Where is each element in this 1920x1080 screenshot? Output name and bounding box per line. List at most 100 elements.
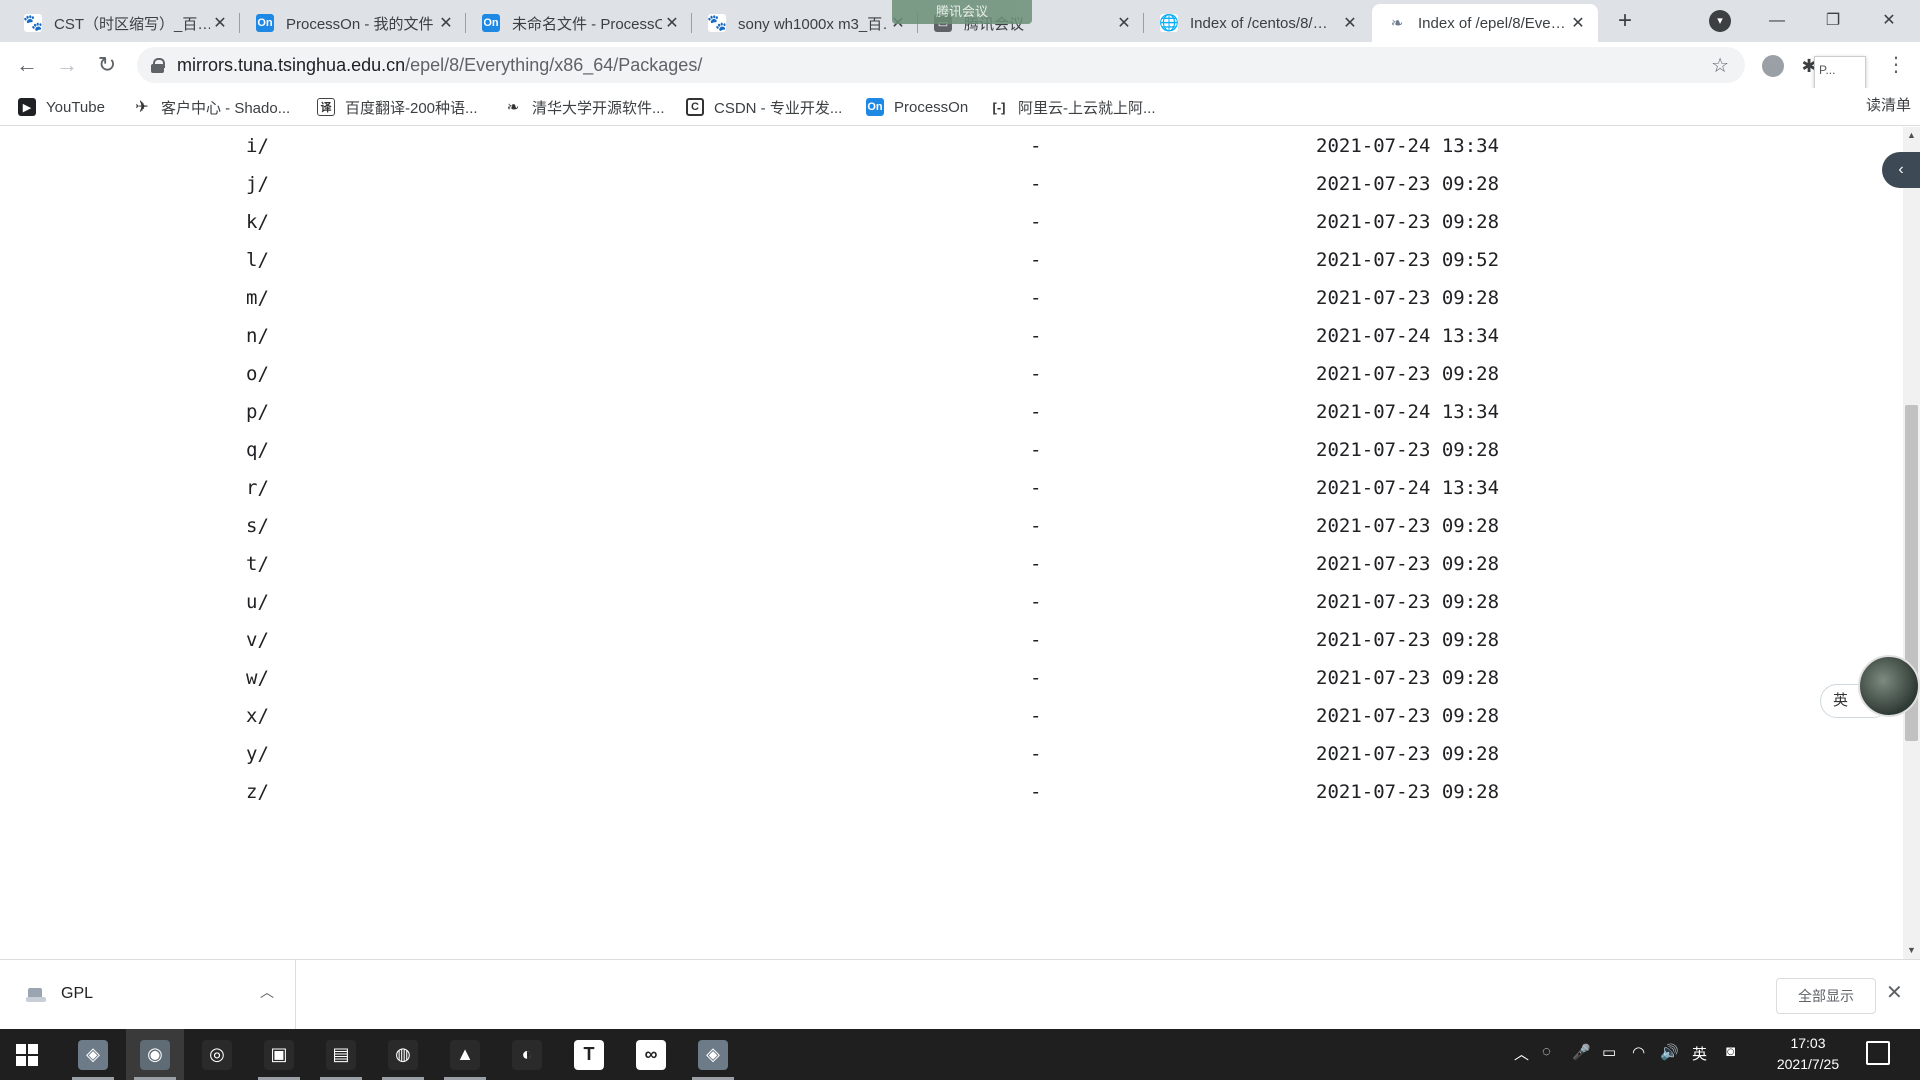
scroll-down-icon[interactable]: ▼ (1903, 942, 1920, 959)
chevron-up-icon[interactable]: ︿ (260, 982, 274, 1002)
directory-link[interactable]: j/ (246, 173, 269, 195)
directory-link[interactable]: w/ (246, 667, 269, 689)
lock-icon[interactable] (151, 58, 165, 73)
bookmark-star-icon[interactable]: ☆ (1711, 53, 1729, 78)
menu-icon[interactable]: ⋮ (1886, 52, 1906, 77)
file-size: - (1030, 135, 1042, 157)
reload-button[interactable]: ↻ (92, 50, 122, 80)
tab-title: Index of /epel/8/Eve… (1418, 14, 1566, 32)
close-icon[interactable]: ✕ (662, 13, 682, 33)
directory-link[interactable]: i/ (246, 135, 269, 157)
directory-link[interactable]: m/ (246, 287, 269, 309)
download-item[interactable]: GPL ︿ (8, 960, 296, 1030)
taskbar-app-file-explorer[interactable]: ▤ (312, 1029, 370, 1080)
chrome-icon: ◉ (140, 1039, 170, 1070)
modified-date: 2021-07-23 09:52 (1316, 249, 1500, 271)
taskbar-app-screen-recorder[interactable]: ◈ (684, 1029, 742, 1080)
directory-link[interactable]: l/ (246, 249, 269, 271)
restore-button[interactable]: ❐ (1810, 6, 1856, 36)
clock-time: 17:03 (1790, 1035, 1826, 1051)
chevron-up-icon[interactable]: ︿ (1514, 1043, 1529, 1064)
directory-link[interactable]: z/ (246, 781, 269, 803)
bookmark-aliyun[interactable]: [-] 阿里云-上云就上阿... (990, 94, 1156, 120)
directory-link[interactable]: x/ (246, 705, 269, 727)
close-icon[interactable]: ✕ (436, 13, 456, 33)
modified-date: 2021-07-23 09:28 (1316, 743, 1500, 765)
address-bar[interactable]: mirrors.tuna.tsinghua.edu.cn/epel/8/Ever… (137, 47, 1745, 83)
directory-link[interactable]: n/ (246, 325, 269, 347)
show-all-button[interactable]: 全部显示 (1776, 978, 1876, 1014)
tab-sony[interactable]: 🐾 sony wh1000x m3_百… ✕ (692, 4, 918, 42)
directory-link[interactable]: v/ (246, 629, 269, 651)
notification-center-icon[interactable] (1866, 1041, 1890, 1065)
directory-link[interactable]: q/ (246, 439, 269, 461)
bookmark-tuna[interactable]: ❧ 清华大学开源软件... (504, 94, 665, 120)
tab-search-icon[interactable]: ▾ (1709, 10, 1731, 32)
network-status-icon[interactable]: ◌ (1542, 1043, 1551, 1060)
windows-start-icon[interactable] (16, 1044, 38, 1066)
volume-icon[interactable]: 🔊 (1660, 1043, 1679, 1061)
extension-icon[interactable] (1762, 55, 1784, 77)
qq-icon[interactable]: ◙ (1726, 1043, 1735, 1060)
modified-date: 2021-07-23 09:28 (1316, 781, 1500, 803)
close-icon[interactable]: ✕ (1886, 980, 1903, 1005)
close-window-button[interactable]: ✕ (1866, 6, 1912, 36)
photos-icon: ▲ (450, 1039, 480, 1070)
ime-indicator[interactable]: 英 (1692, 1043, 1707, 1064)
taskbar-app-wechat[interactable]: ◎ (188, 1029, 246, 1080)
bookmark-shadowsocks[interactable]: ✈ 客户中心 - Shado... (133, 94, 290, 120)
close-icon[interactable]: ✕ (1568, 13, 1588, 33)
directory-link[interactable]: o/ (246, 363, 269, 385)
battery-icon[interactable]: ▭ (1602, 1043, 1616, 1061)
tuna-icon: ❧ (1388, 14, 1406, 32)
file-size: - (1030, 743, 1042, 765)
listing-row: r/ - 2021-07-24 13:34 (0, 471, 1900, 509)
directory-link[interactable]: r/ (246, 477, 269, 499)
close-icon[interactable]: ✕ (1114, 13, 1134, 33)
forward-button[interactable]: → (52, 50, 82, 80)
wifi-icon[interactable]: ◠ (1632, 1043, 1645, 1061)
close-icon[interactable]: ✕ (210, 13, 230, 33)
minimize-button[interactable]: — (1754, 6, 1800, 36)
directory-link[interactable]: s/ (246, 515, 269, 537)
listing-row: t/ - 2021-07-23 09:28 (0, 547, 1900, 585)
typora-icon: T (574, 1039, 604, 1070)
back-button[interactable]: ← (12, 50, 42, 80)
directory-link[interactable]: p/ (246, 401, 269, 423)
tab-processon-files[interactable]: On ProcessOn - 我的文件 ✕ (240, 4, 466, 42)
taskbar-app-photos[interactable]: ▲ (436, 1029, 494, 1080)
tab-epel-index[interactable]: ❧ Index of /epel/8/Eve… ✕ (1372, 4, 1598, 42)
taskbar-app-chrome[interactable]: ◉ (126, 1029, 184, 1080)
directory-link[interactable]: k/ (246, 211, 269, 233)
bookmark-youtube[interactable]: ▶ YouTube (18, 94, 105, 120)
floating-avatar[interactable] (1858, 655, 1920, 717)
tab-processon-untitled[interactable]: On 未命名文件 - ProcessOn ✕ (466, 4, 692, 42)
scroll-up-icon[interactable]: ▲ (1903, 127, 1920, 144)
listing-row: l/ - 2021-07-23 09:52 (0, 243, 1900, 281)
file-size: - (1030, 211, 1042, 233)
taskbar-app-screenshot-tool[interactable]: ◈ (64, 1029, 122, 1080)
new-tab-button[interactable]: + (1611, 8, 1639, 36)
taskbar-app-virtualbox[interactable]: ▣ (250, 1029, 308, 1080)
taskbar-app-netease-music[interactable]: ◍ (374, 1029, 432, 1080)
bookmark-processon[interactable]: On ProcessOn (866, 94, 968, 120)
bookmark-fanyi[interactable]: 译 百度翻译-200种语... (317, 94, 478, 120)
tab-cst[interactable]: 🐾 CST（时区缩写）_百… ✕ (8, 4, 240, 42)
directory-link[interactable]: t/ (246, 553, 269, 575)
meeting-overlay[interactable]: 腾讯会议 (892, 0, 1032, 24)
tab-centos-index[interactable]: 🌐 Index of /centos/8/… ✕ (1144, 4, 1370, 42)
taskbar-app-typora[interactable]: T (560, 1029, 618, 1080)
tab-title: ProcessOn - 我的文件 (286, 15, 434, 33)
modified-date: 2021-07-23 09:28 (1316, 515, 1500, 537)
directory-link[interactable]: y/ (246, 743, 269, 765)
listing-row: x/ - 2021-07-23 09:28 (0, 699, 1900, 737)
taskbar-app-baidu-netdisk[interactable]: ∞ (622, 1029, 680, 1080)
bookmark-csdn[interactable]: C CSDN - 专业开发... (686, 94, 842, 120)
close-icon[interactable]: ✕ (1340, 13, 1360, 33)
taskbar-app-steam[interactable]: ◐ (498, 1029, 556, 1080)
directory-link[interactable]: u/ (246, 591, 269, 613)
system-clock[interactable]: 17:03 2021/7/25 (1760, 1033, 1856, 1075)
side-panel-collapse-button[interactable]: ‹ (1882, 152, 1920, 188)
microphone-icon[interactable]: 🎤 (1572, 1043, 1591, 1061)
reading-list[interactable]: 读清单 (1866, 94, 1911, 115)
